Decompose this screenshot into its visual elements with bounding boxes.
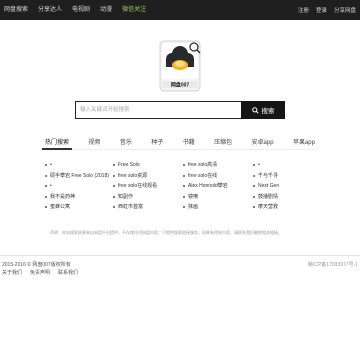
login-link[interactable]: 登录	[316, 6, 327, 14]
bullet-icon	[45, 164, 47, 167]
tab-video[interactable]: 视频	[85, 136, 103, 150]
bullet-icon	[253, 195, 255, 198]
nav-wechat-follow[interactable]: 微信关注	[122, 0, 146, 20]
list-item[interactable]: free solo高清	[183, 160, 253, 171]
tab-android-app[interactable]: 安卓app	[249, 136, 277, 150]
tab-archive[interactable]: 压缩包	[211, 136, 235, 150]
search-icon	[251, 106, 259, 114]
category-tabs: 热门搜索 视频 音乐 种子 书籍 压缩包 安卓app 苹果app	[42, 136, 318, 150]
share-pan-link[interactable]: 分享网盘	[334, 6, 356, 14]
list-item[interactable]: 知副作	[113, 192, 183, 203]
hot-search-list: • Free Solo free solo高清 • 硕手攀岩 Free Solo…	[45, 160, 325, 213]
nav-anime[interactable]: 动漫	[100, 0, 112, 20]
nav-share-experts[interactable]: 分享达人	[38, 0, 62, 20]
list-item[interactable]: free solo在线	[183, 171, 253, 182]
footer: 2015-2016 © 网盘007版权所有 关于我们 免责声明 联系我们 赣IC…	[0, 262, 360, 282]
bullet-icon	[113, 174, 115, 177]
icp-license[interactable]: 赣ICP备17033977号-1	[308, 262, 358, 269]
about-us-link[interactable]: 关于我们	[2, 270, 22, 277]
tab-books[interactable]: 书籍	[180, 136, 198, 150]
search-button[interactable]: 搜索	[241, 101, 285, 119]
tab-torrent[interactable]: 种子	[148, 136, 166, 150]
tab-ios-app[interactable]: 苹果app	[290, 136, 318, 150]
list-item[interactable]: 硕手攀岩 Free Solo (2018)	[45, 171, 113, 182]
footer-divider	[0, 255, 360, 256]
bullet-icon	[113, 185, 115, 188]
list-item[interactable]: •	[45, 160, 113, 171]
top-nav: 网盘搜索 分享达人 电视剧 动漫 微信关注	[4, 0, 156, 20]
list-item[interactable]: 我不是药神	[45, 192, 113, 203]
list-item[interactable]: Next Gen	[253, 181, 313, 192]
bullet-icon	[253, 164, 255, 167]
list-item[interactable]: 镜嘀	[183, 192, 253, 203]
bullet-icon	[45, 206, 47, 209]
list-item[interactable]: 抹画	[183, 202, 253, 213]
bullet-icon	[113, 164, 115, 167]
bullet-icon	[253, 185, 255, 188]
bullet-icon	[113, 195, 115, 198]
bullet-icon	[183, 174, 185, 177]
bullet-icon	[113, 206, 115, 209]
list-item[interactable]: free solo资源	[113, 171, 183, 182]
list-item[interactable]: 蜜蜂公寓	[45, 202, 113, 213]
list-item[interactable]: 千与千寻	[253, 171, 313, 182]
list-item[interactable]: Alex Honnold攀岩	[183, 181, 253, 192]
copyright-text: 2015-2016 © 网盘007版权所有	[2, 262, 71, 268]
footer-links: 关于我们 免责声明 联系我们	[2, 270, 78, 277]
nav-pan-search[interactable]: 网盘搜索	[4, 0, 28, 20]
contact-us-link[interactable]: 联系我们	[58, 270, 78, 277]
bullet-icon	[183, 164, 185, 167]
list-item[interactable]: 西虹市首富	[113, 202, 183, 213]
register-link[interactable]: 注册	[298, 6, 309, 14]
bullet-icon	[45, 185, 47, 188]
top-navigation-bar: 网盘搜索 分享达人 电视剧 动漫 微信关注 注册 登录 分享网盘	[0, 0, 360, 20]
list-item[interactable]: 鼓播剧情	[253, 192, 313, 203]
disclaimer-notice: 声明：本站搜索结果来自网盘平台提供，不存储任何网盘内容；只提供搜索链接服务，如果…	[50, 230, 282, 235]
nav-tv[interactable]: 电视剧	[72, 0, 90, 20]
list-item[interactable]: 摩天营救	[253, 202, 313, 213]
bullet-icon	[45, 174, 47, 177]
search-bar: 输入关键词开始搜索 搜索	[75, 101, 285, 119]
bullet-icon	[45, 195, 47, 198]
site-logo: 网盘007	[150, 35, 210, 95]
bullet-icon	[253, 174, 255, 177]
search-input[interactable]: 输入关键词开始搜索	[75, 101, 241, 119]
search-button-label: 搜索	[261, 108, 275, 115]
list-item[interactable]: •	[253, 160, 313, 171]
logo-text: 网盘007	[171, 82, 190, 89]
list-item[interactable]: Free Solo	[113, 160, 183, 171]
bullet-icon	[183, 206, 185, 209]
bullet-icon	[253, 206, 255, 209]
list-item[interactable]: •	[45, 181, 113, 192]
tab-hot[interactable]: 热门搜索	[42, 136, 73, 150]
bullet-icon	[183, 195, 185, 198]
bullet-icon	[183, 185, 185, 188]
account-links: 注册 登录 分享网盘	[291, 0, 356, 20]
disclaimer-link[interactable]: 免责声明	[30, 270, 50, 277]
tab-music[interactable]: 音乐	[117, 136, 135, 150]
list-item[interactable]: free solo在线观看	[113, 181, 183, 192]
